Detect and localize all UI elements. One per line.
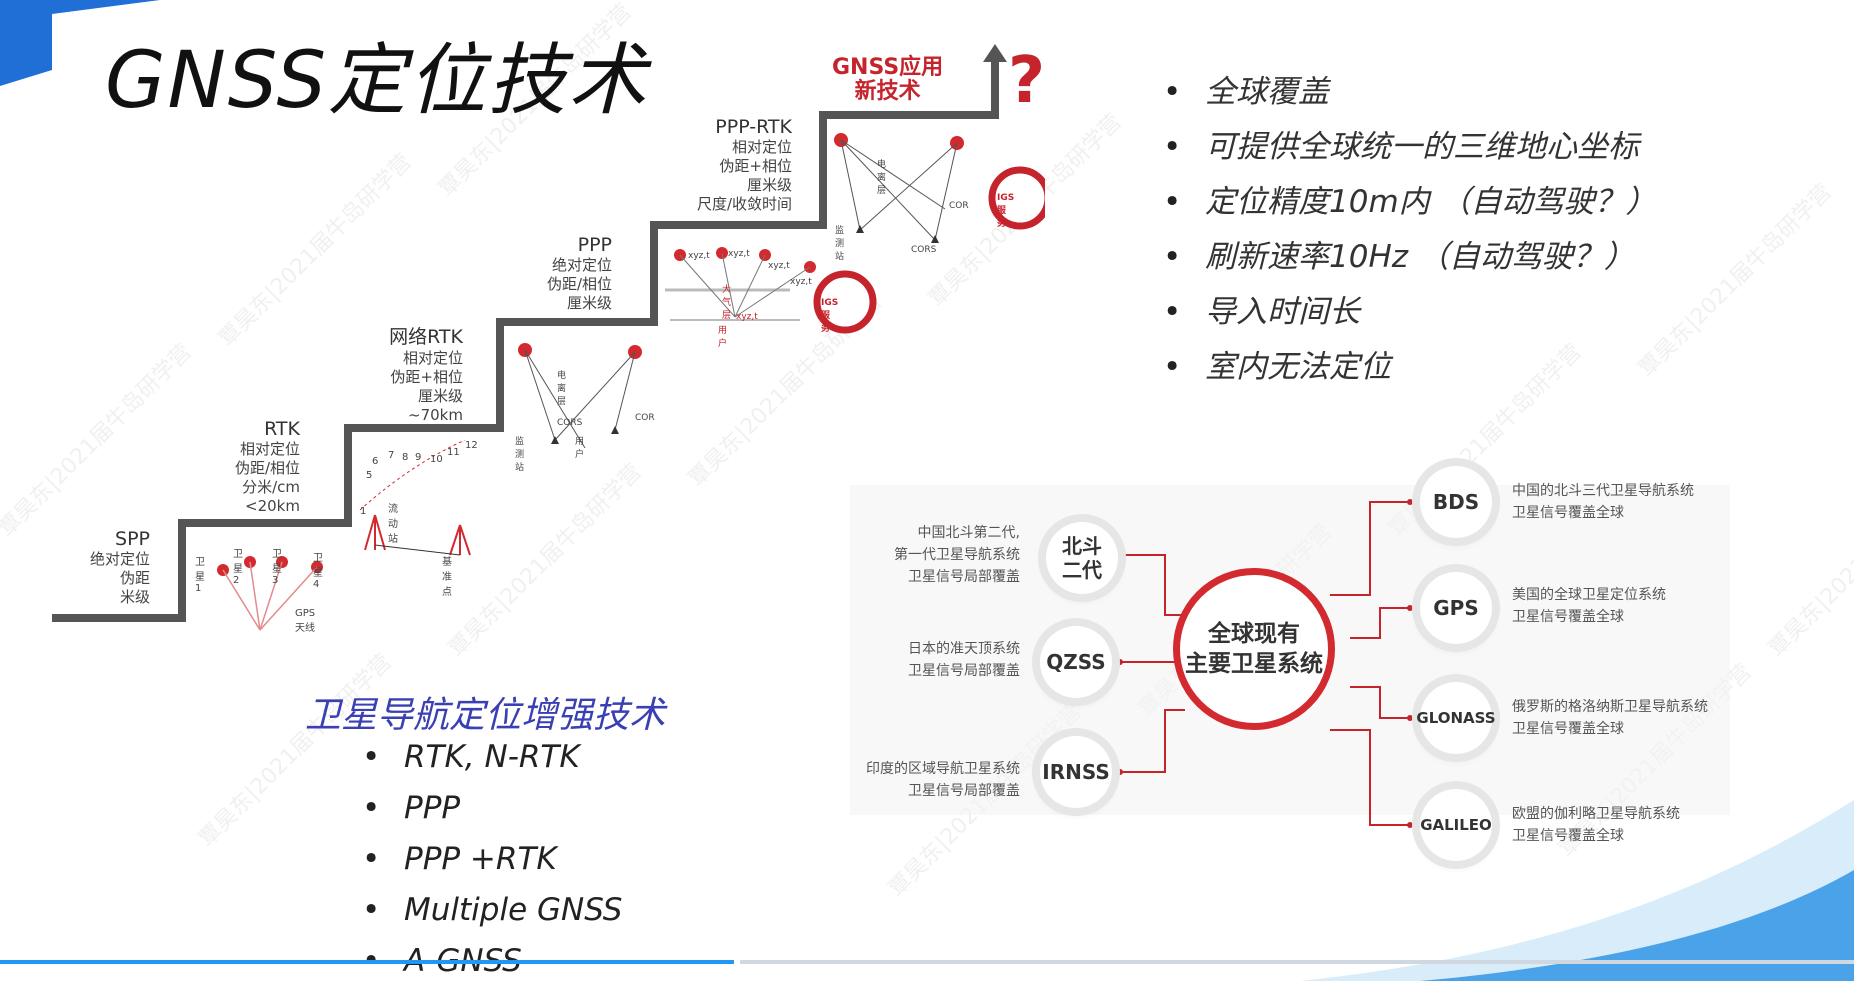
step-rtk: RTK 相对定位 伪距/相位 分米/cm <20km [210,418,300,516]
system-node-gps: GPS [1420,572,1492,644]
step-desc: 相对定位 伪距+相位 厘米级 ~70km [390,349,463,424]
system-node-qzss: QZSS [1040,626,1112,698]
augmentation-item: PPP [362,783,622,834]
system-node-irnss: IRNSS [1040,736,1112,808]
system-desc-qzss: 日本的准天顶系统 卫星信号局部覆盖 [908,641,1020,679]
step-spp: SPP 绝对定位 伪距 米级 [70,528,150,607]
step-name: PPP [577,234,612,256]
video-progress-track[interactable] [740,960,1854,964]
question-mark-icon: ? [1008,44,1046,118]
watermark-text: 覃昊东|2021届牛岛研学营 [1634,179,1837,382]
step-ppp-rtk: PPP-RTK 相对定位 伪距+相位 厘米级 尺度/收敛时间 [670,116,792,214]
system-desc-bds: 中国的北斗三代卫星导航系统 卫星信号覆盖全球 [1512,483,1694,521]
system-desc-beidou2: 中国北斗第二代, 第一代卫星导航系统 卫星信号局部覆盖 [894,525,1020,585]
system-desc-irnss: 印度的区域导航卫星系统 卫星信号局部覆盖 [866,761,1020,799]
system-node-galileo: GALILEO [1420,789,1492,861]
augmentation-title: 卫星导航定位增强技术 [305,695,666,736]
step-desc: 相对定位 伪距+相位 厘米级 尺度/收敛时间 [696,138,792,213]
characteristics-list: 全球覆盖 可提供全球统一的三维地心坐标 定位精度10m内 （自动驾驶？） 刷新速… [1163,65,1657,395]
step-desc: 相对定位 伪距/相位 分米/cm <20km [234,440,300,515]
systems-center-circle: 全球现有 主要卫星系统 [1173,568,1335,730]
system-node-glonass: GLONASS [1416,682,1496,754]
system-desc-galileo: 欧盟的伽利略卫星导航系统 卫星信号覆盖全球 [1512,806,1680,844]
system-node-beidou2: 北斗 二代 [1046,522,1118,594]
step-desc: 绝对定位 伪距 米级 [89,550,150,606]
video-progress-fill[interactable] [0,960,734,964]
augmentation-list: RTK, N-RTK PPP PPP +RTK Multiple GNSS A-… [362,732,622,987]
characteristic-item: 刷新速率10Hz （自动驾驶？） [1163,230,1657,285]
augmentation-item: RTK, N-RTK [362,732,622,783]
characteristic-item: 可提供全球统一的三维地心坐标 [1163,120,1657,175]
characteristic-item: 导入时间长 [1163,285,1657,340]
new-tech-label: GNSS应用 新技术 [832,55,944,104]
network-rtk-illustration [518,343,642,449]
step-name: 网络RTK [389,326,463,348]
characteristic-item: 室内无法定位 [1163,340,1657,395]
characteristic-item: 定位精度10m内 （自动驾驶？） [1163,175,1657,230]
step-name: SPP [115,528,150,550]
arrow-head [983,44,1007,62]
augmentation-item: Multiple GNSS [362,885,622,936]
system-desc-glonass: 俄罗斯的格洛纳斯卫星导航系统 卫星信号覆盖全球 [1512,699,1708,737]
spp-illustration [217,556,323,631]
watermark-text: 覃昊东|2021届牛岛研学营 [1764,459,1854,662]
step-name: PPP-RTK [715,116,792,138]
characteristic-item: 全球覆盖 [1163,65,1657,120]
step-ppp: PPP 绝对定位 伪距/相位 厘米级 [520,234,612,313]
step-name: RTK [264,418,300,440]
step-network-rtk: 网络RTK 相对定位 伪距+相位 厘米级 ~70km [360,322,463,425]
system-node-bds: BDS [1420,466,1492,538]
step-desc: 绝对定位 伪距/相位 厘米级 [546,256,612,312]
augmentation-item: PPP +RTK [362,834,622,885]
system-desc-gps: 美国的全球卫星定位系统 卫星信号覆盖全球 [1512,587,1666,625]
